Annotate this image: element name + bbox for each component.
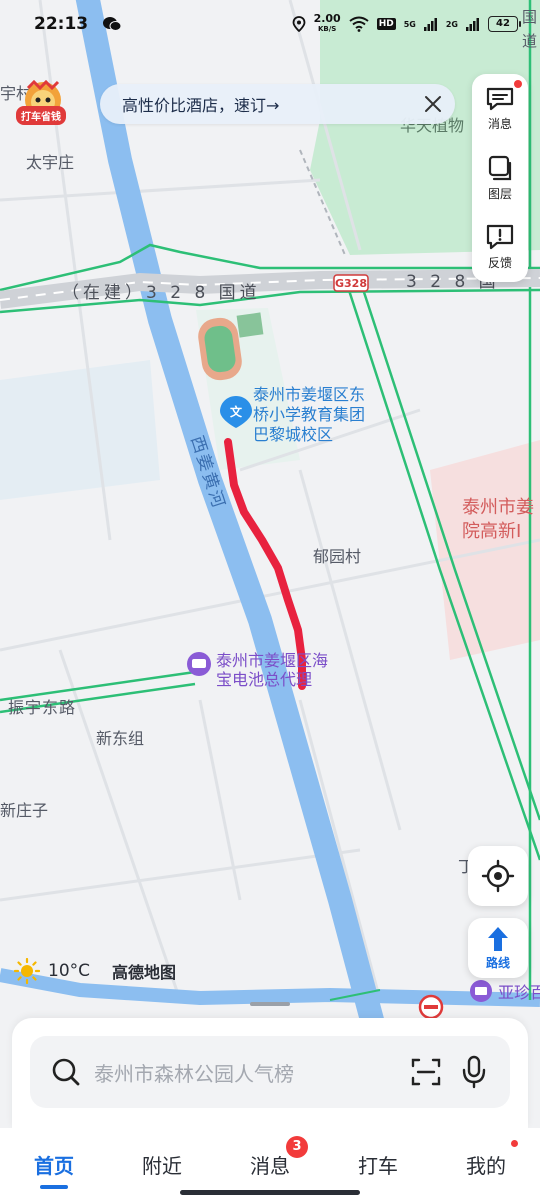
scan-button[interactable] bbox=[402, 1048, 450, 1096]
map-label-taiyuzhuang: 太宇庄 bbox=[26, 153, 75, 172]
layers-icon bbox=[488, 155, 512, 180]
home-indicator[interactable] bbox=[180, 1190, 360, 1195]
map-label-pink-campus: 泰州市姜 院高新I bbox=[462, 497, 534, 542]
nav-nearby-label: 附近 bbox=[142, 1154, 182, 1178]
weather-widget[interactable]: 10°C 高德地图 bbox=[14, 958, 176, 984]
network-speed: 2.00 KB/S bbox=[313, 12, 341, 33]
wechat-icon bbox=[103, 17, 122, 31]
feedback-icon bbox=[486, 224, 514, 249]
route-label: 路线 bbox=[485, 956, 510, 970]
route-arrow-icon bbox=[488, 927, 508, 951]
messages-count-badge: 3 bbox=[286, 1136, 308, 1158]
no-entry-icon bbox=[418, 994, 444, 1020]
message-icon bbox=[486, 87, 514, 110]
layers-label: 图层 bbox=[487, 186, 512, 201]
map-label-xindong: 新东组 bbox=[96, 729, 145, 748]
search-input[interactable]: 泰州市森林公园人气榜 bbox=[94, 1058, 402, 1087]
location-icon bbox=[292, 16, 305, 32]
sun-icon bbox=[14, 958, 40, 984]
nav-messages-label: 消息 bbox=[250, 1154, 290, 1178]
nav-profile-label: 我的 bbox=[466, 1154, 506, 1178]
residential-block bbox=[0, 360, 160, 500]
search-box[interactable]: 泰州市森林公园人气榜 bbox=[30, 1036, 510, 1108]
wifi-icon bbox=[349, 16, 369, 32]
battery-shop-poi-icon bbox=[187, 652, 211, 676]
layers-button[interactable]: 图层 bbox=[472, 143, 528, 212]
nav-taxi-label: 打车 bbox=[358, 1154, 398, 1178]
hd-badge: HD bbox=[376, 18, 396, 30]
map-label-xinzhuangzi: 新庄子 bbox=[0, 801, 49, 820]
taxi-savings-badge[interactable]: 打车省钱 bbox=[16, 106, 66, 125]
locate-button[interactable] bbox=[468, 846, 528, 906]
search-icon bbox=[52, 1058, 80, 1086]
message-unread-dot bbox=[514, 80, 522, 88]
crosshair-icon bbox=[481, 859, 515, 893]
message-label: 消息 bbox=[487, 116, 512, 131]
voice-button[interactable] bbox=[450, 1048, 498, 1096]
sheet-drag-handle[interactable] bbox=[250, 1002, 290, 1006]
temperature: 10°C bbox=[48, 961, 91, 981]
nav-profile[interactable]: 我的 bbox=[432, 1128, 540, 1200]
amap-brand-logo: 高德地图 bbox=[112, 963, 177, 982]
map-label-road-328: （在建）3 2 8 国道 bbox=[62, 283, 261, 303]
map-label-zhenyu-road: 振宇东路 bbox=[8, 698, 77, 717]
nav-active-indicator bbox=[40, 1185, 68, 1189]
close-icon[interactable] bbox=[421, 92, 445, 116]
signal-2g-label: 2G bbox=[445, 19, 458, 29]
svg-text:文: 文 bbox=[230, 404, 243, 419]
shop-poi-icon bbox=[470, 980, 492, 1002]
status-time: 22:13 bbox=[34, 14, 89, 34]
signal-5g-label: 5G bbox=[403, 19, 416, 29]
signal-icon-2 bbox=[466, 18, 479, 31]
hotel-promo-banner[interactable]: 高性价比酒店，速订→ bbox=[100, 84, 455, 124]
poi-school-name[interactable]: 泰州市姜堰区东 桥小学教育集团 巴黎城校区 bbox=[253, 385, 365, 445]
battery-icon: 42 bbox=[488, 16, 521, 32]
profile-unread-dot bbox=[511, 1140, 518, 1147]
promo-text[interactable]: 高性价比酒店，速订→ bbox=[122, 92, 279, 116]
map-tool-panel: 消息 图层 反馈 bbox=[472, 74, 528, 282]
route-button[interactable]: 路线 bbox=[468, 918, 528, 978]
poi-battery-shop-name[interactable]: 泰州市姜堰区海 宝电池总代理 bbox=[216, 651, 328, 689]
microphone-icon bbox=[462, 1055, 486, 1089]
scan-icon bbox=[411, 1058, 441, 1086]
status-bar: 22:13 2.00 KB/S HD 5G 2G 42 bbox=[0, 0, 540, 48]
map-label-yuyuan: 郁园村 bbox=[313, 547, 362, 566]
svg-text:G328: G328 bbox=[335, 277, 367, 290]
signal-icon-1 bbox=[423, 18, 437, 31]
feedback-button[interactable]: 反馈 bbox=[472, 212, 528, 281]
poi-yazhen-name[interactable]: 亚珍百 bbox=[498, 983, 540, 1002]
nav-home-label: 首页 bbox=[34, 1154, 74, 1178]
feedback-label: 反馈 bbox=[487, 255, 512, 270]
search-sheet: 泰州市森林公园人气榜 bbox=[12, 1018, 528, 1128]
message-button[interactable]: 消息 bbox=[472, 74, 528, 143]
nav-home[interactable]: 首页 bbox=[0, 1128, 108, 1200]
